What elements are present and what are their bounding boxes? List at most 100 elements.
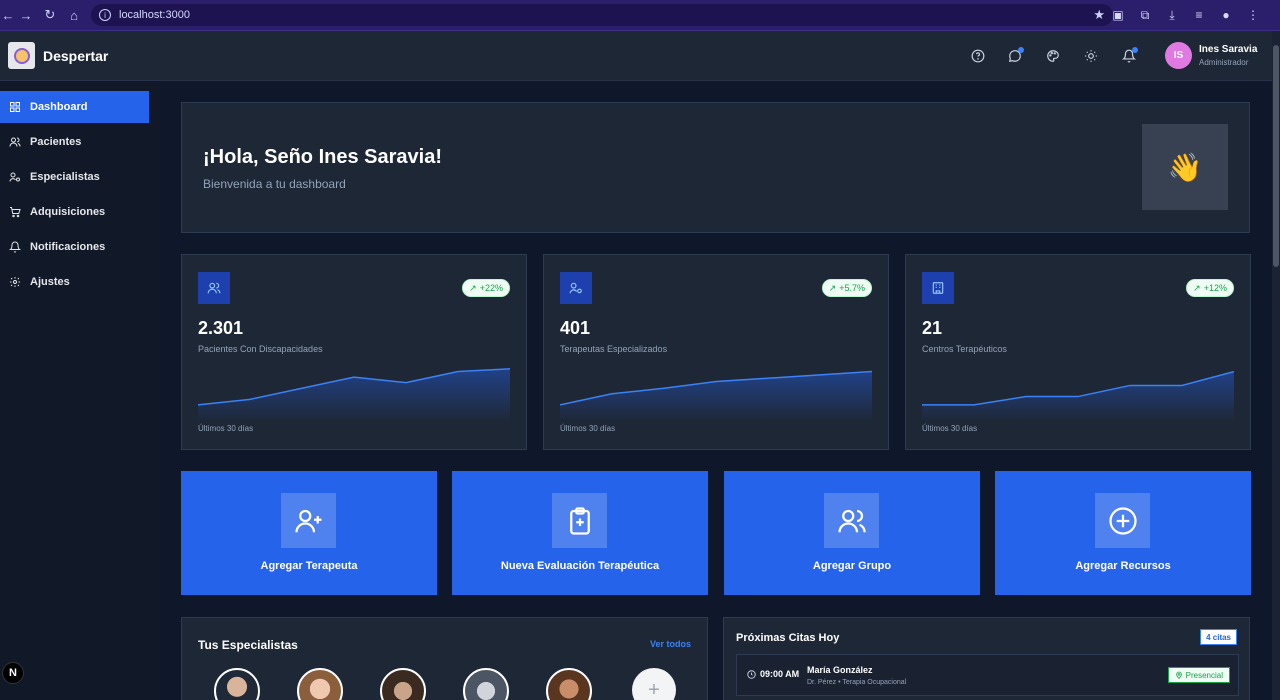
sun-icon[interactable] bbox=[1082, 47, 1100, 65]
menu-dots-icon[interactable]: ⋮ bbox=[1244, 6, 1262, 24]
stat-label: Centros Terapéuticos bbox=[922, 344, 1007, 354]
welcome-subtitle: Bienvenida a tu dashboard bbox=[203, 177, 346, 191]
sidebar-item-dashboard[interactable]: Dashboard bbox=[0, 91, 149, 123]
appointments-title: Próximas Citas Hoy bbox=[736, 632, 840, 644]
specialist-avatar[interactable] bbox=[463, 668, 509, 700]
users-icon bbox=[9, 136, 21, 148]
sidebar-item-ajustes[interactable]: Ajustes bbox=[0, 266, 149, 298]
see-all-link[interactable]: Ver todos bbox=[650, 639, 691, 649]
location-pin-icon bbox=[1175, 671, 1182, 679]
dev-tools-badge[interactable]: N bbox=[2, 662, 24, 684]
specialist-avatar[interactable] bbox=[297, 668, 343, 700]
trend-up-icon: ↗ bbox=[1193, 282, 1201, 293]
user-avatar[interactable]: IS bbox=[1165, 42, 1192, 69]
stat-label: Pacientes Con Discapacidades bbox=[198, 344, 323, 354]
brand-logo[interactable] bbox=[8, 42, 35, 69]
appointment-time-text: 09:00 AM bbox=[760, 669, 800, 679]
page-scrollbar[interactable] bbox=[1272, 31, 1280, 700]
specialist-avatar[interactable] bbox=[214, 668, 260, 700]
new-evaluation-button[interactable]: Nueva Evaluación Terapéutica bbox=[452, 471, 708, 595]
add-resources-button[interactable]: Agregar Recursos bbox=[995, 471, 1251, 595]
bell-icon bbox=[9, 241, 21, 253]
trend-sparkline bbox=[198, 368, 510, 420]
specialists-panel: Tus Especialistas Ver todos + bbox=[181, 617, 708, 700]
appointment-item[interactable]: 09:00 AM María González Dr. Pérez • Tera… bbox=[736, 654, 1239, 696]
sidebar-item-notificaciones[interactable]: Notificaciones bbox=[0, 231, 149, 263]
plus-circle-icon bbox=[1095, 493, 1150, 548]
user-key-icon bbox=[9, 171, 21, 183]
trend-badge: ↗ +22% bbox=[462, 279, 510, 297]
sidebar-item-adquisiciones[interactable]: Adquisiciones bbox=[0, 196, 149, 228]
add-therapist-button[interactable]: Agregar Terapeuta bbox=[181, 471, 437, 595]
trend-badge: ↗ +5.7% bbox=[821, 279, 872, 297]
action-label: Agregar Recursos bbox=[1075, 560, 1171, 572]
stat-value: 2.301 bbox=[198, 318, 244, 338]
chat-icon[interactable] bbox=[1006, 47, 1024, 65]
appointment-detail: Dr. Pérez • Terapia Ocupacional bbox=[807, 679, 907, 686]
waving-hand-icon: 👋 bbox=[1142, 124, 1228, 210]
help-icon[interactable] bbox=[969, 47, 987, 65]
bookmark-star-icon[interactable]: ★ bbox=[1093, 7, 1105, 23]
stat-footer: Últimos 30 días bbox=[922, 424, 978, 433]
add-specialist-button[interactable]: + bbox=[632, 668, 676, 700]
clipboard-plus-icon bbox=[552, 493, 607, 548]
reload-icon[interactable]: ↻ bbox=[38, 3, 62, 27]
welcome-title: ¡Hola, Seño Ines Saravia! bbox=[203, 146, 442, 168]
sidebar-item-label: Dashboard bbox=[30, 101, 88, 113]
forward-arrow-icon[interactable]: → bbox=[14, 3, 38, 27]
download-icon[interactable]: ⤓ bbox=[1163, 6, 1181, 24]
stat-card-terapeutas: ↗ +5.7% 401 Terapeutas Especializados Últ… bbox=[543, 254, 889, 450]
specialist-avatar[interactable] bbox=[546, 668, 592, 700]
stat-card-pacientes: ↗ +22% 2.301 Pacientes Con Discapacidades… bbox=[181, 254, 527, 450]
puzzle-icon[interactable]: ⧉ bbox=[1136, 6, 1154, 24]
sidebar-item-pacientes[interactable]: Pacientes bbox=[0, 126, 149, 158]
palette-icon[interactable] bbox=[1044, 47, 1062, 65]
add-group-button[interactable]: Agregar Grupo bbox=[724, 471, 980, 595]
building-icon bbox=[922, 272, 954, 304]
browser-toolbar: ← → ↻ ⌂ i localhost:3000 ★ ▣ ⧉ ⤓ ≡ ● ⋮ bbox=[0, 0, 1280, 31]
sidebar-item-label: Pacientes bbox=[30, 136, 82, 148]
chat-unread-dot bbox=[1018, 47, 1024, 53]
trend-sparkline bbox=[560, 370, 872, 420]
stat-value: 401 bbox=[560, 318, 591, 338]
gear-icon bbox=[9, 276, 21, 288]
appointments-count-badge: 4 citas bbox=[1200, 629, 1237, 645]
trend-badge: ↗ +12% bbox=[1186, 279, 1234, 297]
scrollbar-thumb[interactable] bbox=[1273, 45, 1279, 267]
extension-icon[interactable]: ▣ bbox=[1109, 6, 1127, 24]
url-text: localhost:3000 bbox=[119, 9, 190, 21]
appointments-panel: Próximas Citas Hoy 4 citas 09:00 AM Marí… bbox=[723, 617, 1250, 700]
welcome-banner: ¡Hola, Seño Ines Saravia! Bienvenida a t… bbox=[181, 102, 1250, 233]
appointment-patient: María González bbox=[807, 665, 873, 675]
user-plus-icon bbox=[281, 493, 336, 548]
trend-badge-value: +12% bbox=[1203, 283, 1227, 293]
profile-icon[interactable]: ● bbox=[1217, 6, 1235, 24]
appointment-time: 09:00 AM bbox=[747, 669, 799, 679]
trend-badge-value: +5.7% bbox=[839, 283, 865, 293]
address-bar[interactable]: i localhost:3000 ★ bbox=[91, 4, 1113, 26]
action-label: Agregar Terapeuta bbox=[260, 560, 358, 572]
action-label: Nueva Evaluación Terapéutica bbox=[500, 560, 660, 572]
home-icon[interactable]: ⌂ bbox=[62, 3, 86, 27]
cart-icon bbox=[9, 206, 21, 218]
sparkline-area bbox=[560, 371, 872, 420]
sidebar-item-label: Especialistas bbox=[30, 171, 100, 183]
reading-list-icon[interactable]: ≡ bbox=[1190, 6, 1208, 24]
sidebar: Dashboard Pacientes Especialistas Adquis… bbox=[0, 81, 160, 700]
sidebar-item-especialistas[interactable]: Especialistas bbox=[0, 161, 149, 193]
trend-badge-value: +22% bbox=[479, 283, 503, 293]
trend-up-icon: ↗ bbox=[828, 282, 837, 293]
appointment-type-text: Presencial bbox=[1185, 670, 1223, 680]
user-key-icon bbox=[560, 272, 592, 304]
stat-footer: Últimos 30 días bbox=[560, 424, 616, 433]
notification-dot bbox=[1132, 47, 1138, 53]
user-name[interactable]: Ines Saravia bbox=[1199, 44, 1257, 55]
stat-label: Terapeutas Especializados bbox=[560, 344, 668, 354]
appointment-type-badge: Presencial bbox=[1167, 667, 1230, 683]
bell-icon[interactable] bbox=[1120, 47, 1138, 65]
sparkline-area bbox=[922, 371, 1234, 420]
site-info-icon[interactable]: i bbox=[99, 9, 111, 21]
users-group-icon bbox=[824, 493, 879, 548]
brand-name: Despertar bbox=[43, 48, 109, 64]
specialist-avatar[interactable] bbox=[380, 668, 426, 700]
